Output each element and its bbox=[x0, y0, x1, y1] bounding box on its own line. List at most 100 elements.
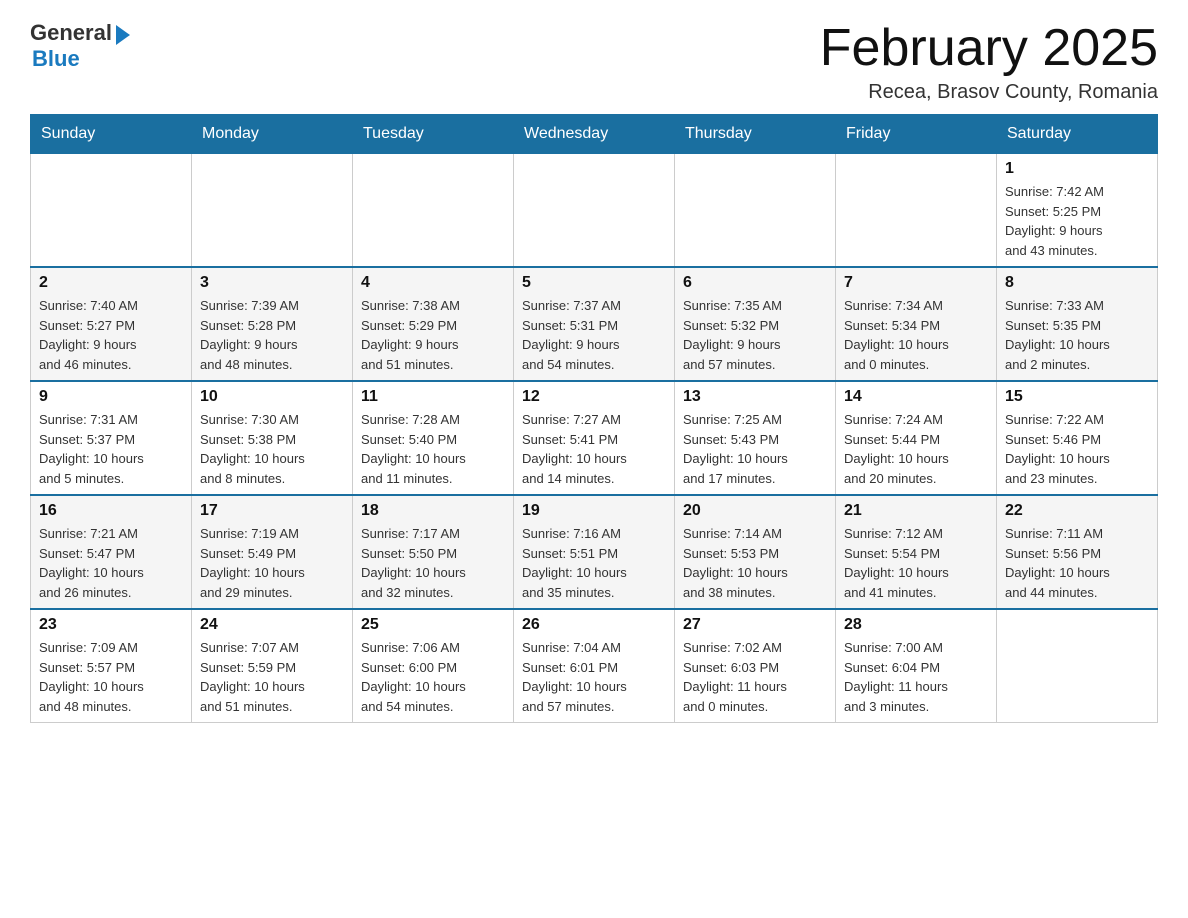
calendar-week-3: 9 Sunrise: 7:31 AM Sunset: 5:37 PM Daylig… bbox=[31, 381, 1158, 495]
day-info: Sunrise: 7:34 AM Sunset: 5:34 PM Dayligh… bbox=[844, 296, 988, 374]
calendar-cell: 11Sunrise: 7:28 AM Sunset: 5:40 PM Dayli… bbox=[353, 381, 514, 495]
day-info: Sunrise: 7:31 AM Sunset: 5:37 PM Dayligh… bbox=[39, 410, 183, 488]
day-number: 3 bbox=[200, 274, 344, 292]
header-monday: Monday bbox=[192, 115, 353, 154]
calendar-cell: 22 Sunrise: 7:11 AM Sunset: 5:56 PM Dayli… bbox=[997, 495, 1158, 609]
calendar-cell bbox=[353, 154, 514, 268]
day-number: 23 bbox=[39, 616, 183, 634]
calendar-cell bbox=[997, 609, 1158, 723]
logo-blue-text: Blue bbox=[32, 46, 80, 72]
day-info: Sunrise: 7:16 AM Sunset: 5:51 PM Dayligh… bbox=[522, 524, 666, 602]
day-number: 18 bbox=[361, 502, 505, 520]
day-info: Sunrise: 7:30 AM Sunset: 5:38 PM Dayligh… bbox=[200, 410, 344, 488]
day-info: Sunrise: 7:11 AM Sunset: 5:56 PM Dayligh… bbox=[1005, 524, 1149, 602]
calendar-cell bbox=[675, 154, 836, 268]
calendar-cell: 12Sunrise: 7:27 AM Sunset: 5:41 PM Dayli… bbox=[514, 381, 675, 495]
day-info: Sunrise: 7:24 AM Sunset: 5:44 PM Dayligh… bbox=[844, 410, 988, 488]
day-number: 26 bbox=[522, 616, 666, 634]
calendar-cell: 23 Sunrise: 7:09 AM Sunset: 5:57 PM Dayli… bbox=[31, 609, 192, 723]
day-info: Sunrise: 7:22 AM Sunset: 5:46 PM Dayligh… bbox=[1005, 410, 1149, 488]
day-number: 14 bbox=[844, 388, 988, 406]
calendar-cell bbox=[514, 154, 675, 268]
calendar-cell: 18 Sunrise: 7:17 AM Sunset: 5:50 PM Dayli… bbox=[353, 495, 514, 609]
day-info: Sunrise: 7:38 AM Sunset: 5:29 PM Dayligh… bbox=[361, 296, 505, 374]
calendar-cell bbox=[31, 154, 192, 268]
day-number: 21 bbox=[844, 502, 988, 520]
calendar-cell: 1 Sunrise: 7:42 AM Sunset: 5:25 PM Daylig… bbox=[997, 154, 1158, 268]
calendar-cell bbox=[836, 154, 997, 268]
logo-arrow-icon bbox=[116, 25, 130, 45]
day-number: 10 bbox=[200, 388, 344, 406]
calendar-week-1: 1 Sunrise: 7:42 AM Sunset: 5:25 PM Daylig… bbox=[31, 154, 1158, 268]
day-number: 1 bbox=[1005, 160, 1149, 178]
day-info: Sunrise: 7:21 AM Sunset: 5:47 PM Dayligh… bbox=[39, 524, 183, 602]
day-number: 20 bbox=[683, 502, 827, 520]
month-title: February 2025 bbox=[820, 20, 1158, 77]
title-block: February 2025 Recea, Brasov County, Roma… bbox=[820, 20, 1158, 104]
weekday-header-row: Sunday Monday Tuesday Wednesday Thursday… bbox=[31, 115, 1158, 154]
day-number: 4 bbox=[361, 274, 505, 292]
day-info: Sunrise: 7:07 AM Sunset: 5:59 PM Dayligh… bbox=[200, 638, 344, 716]
day-info: Sunrise: 7:14 AM Sunset: 5:53 PM Dayligh… bbox=[683, 524, 827, 602]
calendar-cell: 17Sunrise: 7:19 AM Sunset: 5:49 PM Dayli… bbox=[192, 495, 353, 609]
calendar-cell: 14 Sunrise: 7:24 AM Sunset: 5:44 PM Dayli… bbox=[836, 381, 997, 495]
calendar-cell: 3Sunrise: 7:39 AM Sunset: 5:28 PM Daylig… bbox=[192, 267, 353, 381]
day-info: Sunrise: 7:35 AM Sunset: 5:32 PM Dayligh… bbox=[683, 296, 827, 374]
day-info: Sunrise: 7:12 AM Sunset: 5:54 PM Dayligh… bbox=[844, 524, 988, 602]
header-sunday: Sunday bbox=[31, 115, 192, 154]
header-saturday: Saturday bbox=[997, 115, 1158, 154]
calendar-week-2: 2 Sunrise: 7:40 AM Sunset: 5:27 PM Daylig… bbox=[31, 267, 1158, 381]
calendar-cell: 21 Sunrise: 7:12 AM Sunset: 5:54 PM Dayli… bbox=[836, 495, 997, 609]
day-info: Sunrise: 7:00 AM Sunset: 6:04 PM Dayligh… bbox=[844, 638, 988, 716]
day-number: 11 bbox=[361, 388, 505, 406]
day-info: Sunrise: 7:33 AM Sunset: 5:35 PM Dayligh… bbox=[1005, 296, 1149, 374]
day-number: 16 bbox=[39, 502, 183, 520]
calendar-cell: 16 Sunrise: 7:21 AM Sunset: 5:47 PM Dayli… bbox=[31, 495, 192, 609]
logo: General Blue bbox=[30, 20, 130, 72]
location-subtitle: Recea, Brasov County, Romania bbox=[820, 81, 1158, 104]
header-friday: Friday bbox=[836, 115, 997, 154]
calendar-cell: 15 Sunrise: 7:22 AM Sunset: 5:46 PM Dayli… bbox=[997, 381, 1158, 495]
day-number: 7 bbox=[844, 274, 988, 292]
header-tuesday: Tuesday bbox=[353, 115, 514, 154]
header-thursday: Thursday bbox=[675, 115, 836, 154]
day-number: 2 bbox=[39, 274, 183, 292]
day-info: Sunrise: 7:04 AM Sunset: 6:01 PM Dayligh… bbox=[522, 638, 666, 716]
header: General Blue February 2025 Recea, Brasov… bbox=[30, 20, 1158, 104]
calendar-cell: 10 Sunrise: 7:30 AM Sunset: 5:38 PM Dayli… bbox=[192, 381, 353, 495]
day-info: Sunrise: 7:09 AM Sunset: 5:57 PM Dayligh… bbox=[39, 638, 183, 716]
day-number: 6 bbox=[683, 274, 827, 292]
day-number: 9 bbox=[39, 388, 183, 406]
logo-general-text: General bbox=[30, 20, 112, 46]
day-number: 19 bbox=[522, 502, 666, 520]
calendar-cell: 2 Sunrise: 7:40 AM Sunset: 5:27 PM Daylig… bbox=[31, 267, 192, 381]
day-number: 28 bbox=[844, 616, 988, 634]
day-info: Sunrise: 7:17 AM Sunset: 5:50 PM Dayligh… bbox=[361, 524, 505, 602]
day-number: 5 bbox=[522, 274, 666, 292]
calendar-cell: 25 Sunrise: 7:06 AM Sunset: 6:00 PM Dayli… bbox=[353, 609, 514, 723]
calendar-cell: 4 Sunrise: 7:38 AM Sunset: 5:29 PM Daylig… bbox=[353, 267, 514, 381]
calendar-week-5: 23 Sunrise: 7:09 AM Sunset: 5:57 PM Dayli… bbox=[31, 609, 1158, 723]
day-number: 15 bbox=[1005, 388, 1149, 406]
day-info: Sunrise: 7:25 AM Sunset: 5:43 PM Dayligh… bbox=[683, 410, 827, 488]
day-info: Sunrise: 7:19 AM Sunset: 5:49 PM Dayligh… bbox=[200, 524, 344, 602]
day-number: 27 bbox=[683, 616, 827, 634]
day-info: Sunrise: 7:40 AM Sunset: 5:27 PM Dayligh… bbox=[39, 296, 183, 374]
day-info: Sunrise: 7:06 AM Sunset: 6:00 PM Dayligh… bbox=[361, 638, 505, 716]
calendar-cell: 13 Sunrise: 7:25 AM Sunset: 5:43 PM Dayli… bbox=[675, 381, 836, 495]
calendar-cell: 5Sunrise: 7:37 AM Sunset: 5:31 PM Daylig… bbox=[514, 267, 675, 381]
calendar-cell bbox=[192, 154, 353, 268]
calendar-cell: 27Sunrise: 7:02 AM Sunset: 6:03 PM Dayli… bbox=[675, 609, 836, 723]
calendar-cell: 6 Sunrise: 7:35 AM Sunset: 5:32 PM Daylig… bbox=[675, 267, 836, 381]
calendar-cell: 7 Sunrise: 7:34 AM Sunset: 5:34 PM Daylig… bbox=[836, 267, 997, 381]
day-info: Sunrise: 7:42 AM Sunset: 5:25 PM Dayligh… bbox=[1005, 182, 1149, 260]
calendar-cell: 26 Sunrise: 7:04 AM Sunset: 6:01 PM Dayli… bbox=[514, 609, 675, 723]
day-number: 25 bbox=[361, 616, 505, 634]
day-number: 13 bbox=[683, 388, 827, 406]
calendar-cell: 19 Sunrise: 7:16 AM Sunset: 5:51 PM Dayli… bbox=[514, 495, 675, 609]
day-number: 12 bbox=[522, 388, 666, 406]
day-number: 22 bbox=[1005, 502, 1149, 520]
day-number: 24 bbox=[200, 616, 344, 634]
calendar-week-4: 16 Sunrise: 7:21 AM Sunset: 5:47 PM Dayli… bbox=[31, 495, 1158, 609]
header-wednesday: Wednesday bbox=[514, 115, 675, 154]
